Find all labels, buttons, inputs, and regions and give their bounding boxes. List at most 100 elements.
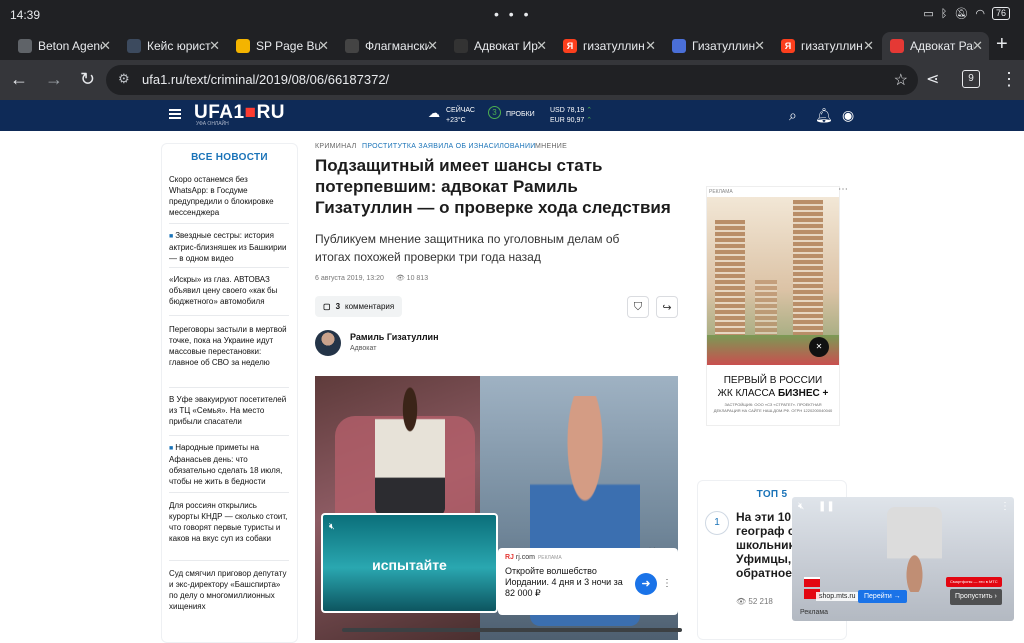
- browser-tab[interactable]: SP Page Builder✕: [228, 32, 335, 60]
- news-list-item[interactable]: В Уфе эвакуируют посетителей из ТЦ «Семь…: [169, 394, 289, 427]
- tab-close-icon[interactable]: ✕: [972, 38, 983, 54]
- address-bar[interactable]: ⚙ ufa1.ru/text/criminal/2019/08/06/66187…: [106, 65, 918, 95]
- article-photo: 🔇︎ испытайте ✕ RJ rj.comРЕКЛАМА Откройте…: [315, 376, 678, 640]
- divider: [169, 387, 289, 388]
- news-list-item[interactable]: Суд смягчил приговор депутату и экс-дире…: [169, 568, 289, 612]
- back-icon[interactable]: ←: [10, 69, 28, 90]
- news-list-item[interactable]: ■ Звездные сестры: история актрис-близня…: [169, 230, 289, 264]
- battery-icon: 76: [991, 7, 1010, 20]
- rj-ad-text: Откройте волшебство Иордании. 4 дня и 3 …: [505, 566, 623, 598]
- mute-icon[interactable]: 🔇︎: [329, 521, 335, 532]
- share-button[interactable]: ↪: [656, 296, 678, 318]
- menu-icon[interactable]: ⋮: [1000, 69, 1018, 90]
- notification-bell-icon[interactable]: 🔔︎: [815, 107, 833, 124]
- reload-icon[interactable]: ↻: [80, 69, 95, 90]
- bookmark-button[interactable]: ⛉: [627, 296, 649, 318]
- gesture-home-bar[interactable]: [342, 628, 682, 632]
- tab-title: гизатуллин р: [583, 39, 647, 53]
- browser-tab[interactable]: Ягизатуллин р✕: [555, 32, 662, 60]
- tab-close-icon[interactable]: ✕: [645, 38, 656, 54]
- rj-ad-source: RJ rj.com РЕКЛАМА: [505, 554, 562, 561]
- browser-tab[interactable]: Гизатуллин Р✕: [664, 32, 771, 60]
- browser-tab[interactable]: Адвокат Ирина✕: [446, 32, 553, 60]
- tab-close-icon[interactable]: ✕: [318, 38, 329, 54]
- news-item-text: Переговоры застыли в мертвой точке, пока…: [169, 325, 287, 367]
- tab-switcher-button[interactable]: 9: [962, 70, 980, 88]
- user-account-icon[interactable]: ◉: [842, 107, 854, 124]
- tab-close-icon[interactable]: ✕: [754, 38, 765, 54]
- rj-ad-card[interactable]: RJ rj.com РЕКЛАМА Откройте волшебство Иор…: [498, 548, 678, 615]
- tab-close-icon[interactable]: ✕: [209, 38, 220, 54]
- window-dots-icon[interactable]: • • •: [494, 6, 531, 22]
- more-options-icon[interactable]: ⋮: [1000, 501, 1010, 512]
- ad-label: РЕКЛАМА: [709, 189, 733, 195]
- skip-ad-button[interactable]: Пропустить ›: [950, 589, 1002, 605]
- right-banner-ad[interactable]: РЕКЛАМА ✕ ПЕРВЫЙ В РОССИИ ЖК КЛАССА БИЗН…: [706, 186, 840, 426]
- news-list-item[interactable]: Скоро останемся без WhatsApp: в Госдуме …: [169, 174, 289, 218]
- browser-tab[interactable]: Ягизатуллин р✕: [773, 32, 880, 60]
- tab-favicon-icon: [127, 39, 141, 53]
- screen-icon: ▭: [923, 8, 934, 20]
- tab-title: SP Page Builder: [256, 39, 320, 53]
- breadcrumb-story[interactable]: ПРОСТИТУТКА ЗАЯВИЛА ОБ ИЗНАСИЛОВАНИИ: [362, 143, 536, 150]
- author-avatar[interactable]: [315, 330, 341, 356]
- comment-icon: ▢: [323, 302, 331, 311]
- video-ad[interactable]: 🔇︎ испытайте: [321, 513, 498, 613]
- ad-more-icon[interactable]: ⋯: [838, 184, 848, 195]
- wifi-icon: ◠: [975, 8, 985, 20]
- forward-icon[interactable]: →: [45, 69, 63, 90]
- sidebar-heading[interactable]: ВСЕ НОВОСТИ: [162, 152, 297, 163]
- divider: [169, 315, 289, 316]
- news-list-item[interactable]: Для россиян открылись курорты КНДР — ско…: [169, 500, 289, 544]
- url-text[interactable]: ufa1.ru/text/criminal/2019/08/06/6618737…: [142, 72, 389, 87]
- traffic-widget[interactable]: 3 ПРОБКИ: [488, 106, 535, 119]
- browser-tab[interactable]: Кейс юриста ✕: [119, 32, 226, 60]
- share-icon[interactable]: ⋖: [926, 69, 939, 89]
- tab-favicon-icon: [890, 39, 904, 53]
- tab-close-icon[interactable]: ✕: [100, 38, 111, 54]
- tab-title: Адвокат Рам: [910, 39, 974, 53]
- ad-shop-link[interactable]: shop.mts.ru: [816, 592, 859, 601]
- author-role: Адвокат: [350, 345, 377, 352]
- news-list-item[interactable]: Переговоры застыли в мертвой точке, пока…: [169, 324, 289, 368]
- cloud-icon: ☁: [428, 106, 440, 120]
- comments-button[interactable]: ▢ 3 комментария: [315, 296, 403, 317]
- browser-toolbar: ← → ↻ ⚙ ufa1.ru/text/criminal/2019/08/06…: [0, 60, 1024, 100]
- news-sidebar: ВСЕ НОВОСТИ Скоро останемся без WhatsApp…: [161, 143, 298, 643]
- floating-video-ad[interactable]: 🔇︎ ❚❚ ⋮ shop.mts.ru Перейти → Смартфоны …: [792, 497, 1014, 621]
- browser-tab[interactable]: Флагманский✕: [337, 32, 444, 60]
- tab-title: гизатуллин р: [801, 39, 865, 53]
- tab-title: Адвокат Ирина: [474, 39, 538, 53]
- news-list-item[interactable]: «Искры» из глаз. АВТОВАЗ объявил цену св…: [169, 274, 289, 307]
- pause-icon[interactable]: ❚❚: [818, 501, 835, 512]
- tab-close-icon[interactable]: ✕: [863, 38, 874, 54]
- site-info-icon[interactable]: ⚙: [118, 71, 130, 87]
- rj-ad-go-button[interactable]: ➜: [635, 573, 657, 595]
- author-name[interactable]: Рамиль Гизатуллин: [350, 332, 439, 342]
- breadcrumb-opinion[interactable]: МНЕНИЕ: [535, 143, 567, 150]
- divider: [169, 492, 289, 493]
- tab-close-icon[interactable]: ✕: [427, 38, 438, 54]
- currency-widget[interactable]: USD 78,19 ⌃ EUR 90,97 ⌃: [550, 106, 592, 126]
- news-list-item[interactable]: ■ Народные приметы на Афанасьев день: чт…: [169, 442, 289, 487]
- tab-close-icon[interactable]: ✕: [536, 38, 547, 54]
- mute-icon[interactable]: 🔇︎: [798, 501, 804, 512]
- weather-widget[interactable]: ☁ СЕЙЧАС +23°C: [428, 106, 475, 126]
- search-icon[interactable]: ⌕: [789, 107, 797, 124]
- ad-go-button[interactable]: Перейти →: [858, 590, 907, 603]
- article-lead: Публикуем мнение защитника по уголовным …: [315, 232, 620, 264]
- new-tab-button[interactable]: +: [996, 33, 1008, 56]
- ad-label: Реклама: [800, 609, 829, 616]
- article-date: 6 августа 2019, 13:20: [315, 275, 384, 282]
- tab-strip: Beton Agency✕Кейс юриста✕SP Page Builder…: [0, 30, 1024, 60]
- tab-favicon-icon: Я: [563, 39, 577, 53]
- site-header: UFA1■RU УФА ОНЛАЙН ☁ СЕЙЧАС +23°C 3 ПРОБ…: [0, 100, 1024, 131]
- hamburger-menu-icon[interactable]: [169, 109, 181, 119]
- browser-tab[interactable]: Адвокат Рам✕: [882, 32, 989, 60]
- bookmark-star-icon[interactable]: ☆: [894, 70, 908, 90]
- bluetooth-icon: ᛒ: [940, 7, 948, 20]
- news-item-text: Суд смягчил приговор депутату и экс-дире…: [169, 569, 287, 611]
- browser-tab[interactable]: Beton Agency✕: [10, 32, 117, 60]
- more-options-icon[interactable]: ⋮: [662, 578, 672, 589]
- breadcrumb-category[interactable]: КРИМИНАЛ: [315, 143, 357, 150]
